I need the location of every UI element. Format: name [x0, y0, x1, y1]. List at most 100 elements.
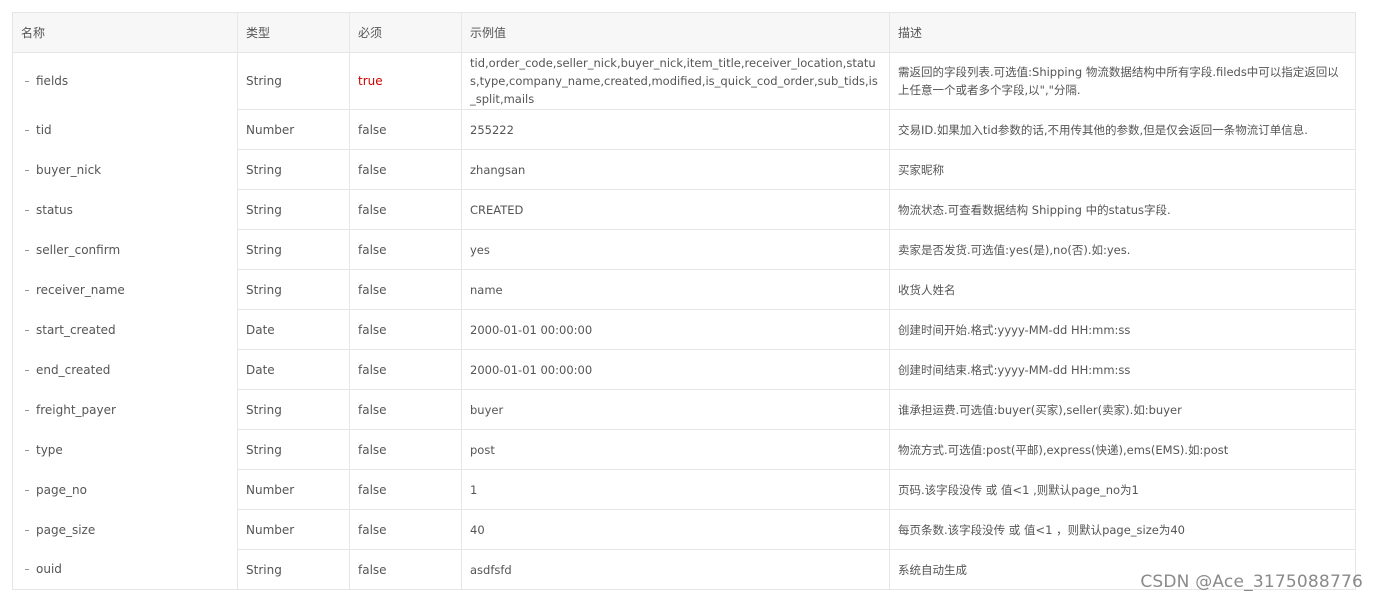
param-description: 卖家是否发货.可选值:yes(是),no(否).如:yes.: [889, 229, 1356, 270]
param-name: page_size: [36, 522, 96, 537]
param-name: buyer_nick: [36, 162, 102, 177]
table-row: tid Number false 255222 交易ID.如果加入tid参数的话,不用传…: [12, 109, 1356, 150]
param-name-cell: end_created: [12, 349, 238, 390]
table-row: seller_confirm String false yes 卖家是否发货.可选值:y…: [12, 229, 1356, 270]
param-example: 2000-01-01 00:00:00: [461, 349, 890, 390]
param-name: type: [36, 442, 63, 457]
param-type: Number: [237, 469, 350, 510]
table-row: end_created Date false 2000-01-01 00:00:00 创…: [12, 349, 1356, 390]
param-example: name: [461, 269, 890, 310]
param-name: freight_payer: [36, 402, 116, 417]
tree-dash-icon: [25, 289, 29, 291]
param-required: true: [349, 52, 462, 110]
param-required: false: [349, 269, 462, 310]
header-name: 名称: [12, 12, 238, 53]
param-type: String: [237, 549, 350, 590]
tree-dash-icon: [25, 529, 29, 531]
param-required: false: [349, 509, 462, 550]
param-name-cell: buyer_nick: [12, 149, 238, 190]
table-header: 名称 类型 必须 示例值 描述: [12, 12, 1356, 53]
table-row: receiver_name String false name 收货人姓名: [12, 269, 1356, 310]
table-row: buyer_nick String false zhangsan 买家昵称: [12, 149, 1356, 190]
param-name-cell: seller_confirm: [12, 229, 238, 270]
param-description: 创建时间结束.格式:yyyy-MM-dd HH:mm:ss: [889, 349, 1356, 390]
param-required: false: [349, 429, 462, 470]
param-type: Date: [237, 349, 350, 390]
param-type: String: [237, 149, 350, 190]
header-type: 类型: [237, 12, 350, 53]
param-type: Number: [237, 109, 350, 150]
param-name: page_no: [36, 482, 87, 497]
param-example: buyer: [461, 389, 890, 430]
param-description: 谁承担运费.可选值:buyer(买家),seller(卖家).如:buyer: [889, 389, 1356, 430]
param-type: String: [237, 429, 350, 470]
param-description: 创建时间开始.格式:yyyy-MM-dd HH:mm:ss: [889, 309, 1356, 350]
param-type: String: [237, 52, 350, 110]
param-example: post: [461, 429, 890, 470]
param-description: 页码.该字段没传 或 值<1 ,则默认page_no为1: [889, 469, 1356, 510]
header-required: 必须: [349, 12, 462, 53]
param-example: tid,order_code,seller_nick,buyer_nick,it…: [461, 52, 890, 110]
param-required: false: [349, 109, 462, 150]
tree-dash-icon: [25, 129, 29, 131]
table-row: type String false post 物流方式.可选值:post(平邮),exp…: [12, 429, 1356, 470]
param-example: 40: [461, 509, 890, 550]
table-row: page_size Number false 40 每页条数.该字段没传 或 值<1 ，…: [12, 509, 1356, 550]
tree-dash-icon: [25, 169, 29, 171]
param-name: status: [36, 202, 73, 217]
param-description: 收货人姓名: [889, 269, 1356, 310]
param-name-cell: fields: [12, 52, 238, 110]
param-name: start_created: [36, 322, 116, 337]
param-description: 物流状态.可查看数据结构 Shipping 中的status字段.: [889, 189, 1356, 230]
param-example: CREATED: [461, 189, 890, 230]
param-name: receiver_name: [36, 282, 125, 297]
param-example: 2000-01-01 00:00:00: [461, 309, 890, 350]
table-row: freight_payer String false buyer 谁承担运费.可选值:b…: [12, 389, 1356, 430]
param-description: 需返回的字段列表.可选值:Shipping 物流数据结构中所有字段.fileds…: [889, 52, 1356, 110]
param-required: false: [349, 229, 462, 270]
tree-dash-icon: [25, 449, 29, 451]
param-example: 255222: [461, 109, 890, 150]
param-name: ouid: [36, 562, 62, 577]
param-description: 交易ID.如果加入tid参数的话,不用传其他的参数,但是仅会返回一条物流订单信息…: [889, 109, 1356, 150]
header-description: 描述: [889, 12, 1356, 53]
param-example: asdfsfd: [461, 549, 890, 590]
param-name-cell: status: [12, 189, 238, 230]
param-name-cell: type: [12, 429, 238, 470]
param-type: Number: [237, 509, 350, 550]
param-required: false: [349, 349, 462, 390]
param-required: false: [349, 309, 462, 350]
param-name-cell: tid: [12, 109, 238, 150]
param-name: fields: [36, 74, 69, 89]
watermark: CSDN @Ace_3175088776: [1140, 572, 1363, 592]
param-type: Date: [237, 309, 350, 350]
param-required: false: [349, 389, 462, 430]
tree-dash-icon: [25, 81, 29, 83]
param-name-cell: page_size: [12, 509, 238, 550]
tree-dash-icon: [25, 489, 29, 491]
param-required: false: [349, 549, 462, 590]
table-row: status String false CREATED 物流状态.可查看数据结构 Shi…: [12, 189, 1356, 230]
tree-dash-icon: [25, 209, 29, 211]
param-required: false: [349, 469, 462, 510]
tree-dash-icon: [25, 249, 29, 251]
table-row: fields String true tid,order_code,seller_ni…: [12, 52, 1356, 110]
tree-dash-icon: [25, 329, 29, 331]
param-required: false: [349, 189, 462, 230]
param-name-cell: page_no: [12, 469, 238, 510]
tree-dash-icon: [25, 569, 29, 571]
param-type: String: [237, 269, 350, 310]
header-example: 示例值: [461, 12, 890, 53]
param-name-cell: start_created: [12, 309, 238, 350]
table-row: page_no Number false 1 页码.该字段没传 或 值<1 ,则默认pa…: [12, 469, 1356, 510]
header-row: 名称 类型 必须 示例值 描述: [12, 12, 1356, 53]
param-example: 1: [461, 469, 890, 510]
param-description: 每页条数.该字段没传 或 值<1 ，则默认page_size为40: [889, 509, 1356, 550]
param-name: seller_confirm: [36, 242, 121, 257]
param-description: 物流方式.可选值:post(平邮),express(快递),ems(EMS).如…: [889, 429, 1356, 470]
param-example: yes: [461, 229, 890, 270]
param-required: false: [349, 149, 462, 190]
table-row: start_created Date false 2000-01-01 00:00:0…: [12, 309, 1356, 350]
params-table: 名称 类型 必须 示例值 描述 fields String true tid,orde…: [12, 12, 1356, 590]
tree-dash-icon: [25, 369, 29, 371]
